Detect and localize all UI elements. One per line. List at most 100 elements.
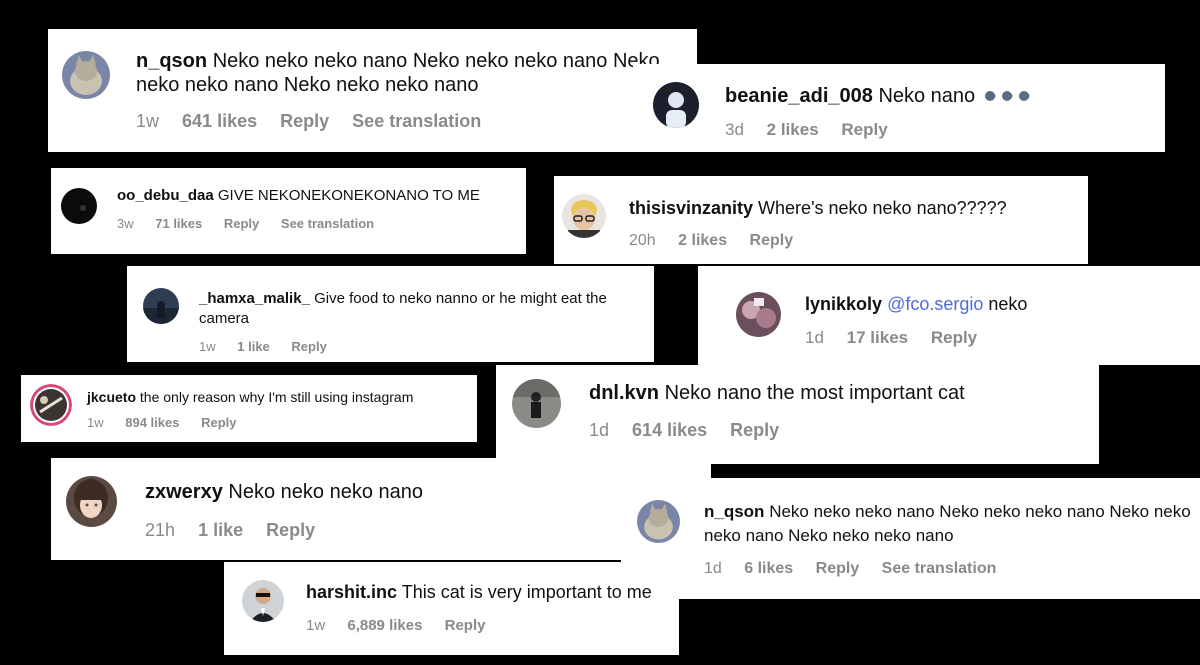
- avatar[interactable]: [562, 194, 606, 238]
- comment-body: Neko neko neko nano Neko neko neko nano …: [704, 502, 1191, 545]
- comment-meta: 1d 17 likes Reply: [805, 327, 1200, 349]
- reply-button[interactable]: Reply: [750, 232, 794, 249]
- comment-text: dnl.kvn Neko nano the most important cat: [589, 381, 1099, 405]
- likes-count[interactable]: 2 likes: [678, 232, 727, 249]
- avatar[interactable]: [66, 476, 117, 527]
- comment-body: Neko nano: [878, 85, 976, 107]
- comment-text: oo_debu_daa GIVE NEKONEKONEKONANO TO ME: [117, 186, 526, 205]
- comment-card: lynikkoly @fco.sergio neko 1d 17 likes R…: [698, 266, 1200, 365]
- speaking-head-icon: [984, 85, 998, 101]
- see-translation-button[interactable]: See translation: [281, 216, 374, 231]
- see-translation-button[interactable]: See translation: [352, 111, 481, 131]
- username-link[interactable]: beanie_adi_008: [725, 85, 873, 107]
- username-link[interactable]: jkcueto: [87, 389, 136, 405]
- reply-button[interactable]: Reply: [841, 120, 887, 139]
- mention-link[interactable]: @fco.sergio: [887, 294, 983, 314]
- timestamp: 20h: [629, 232, 656, 249]
- comment-card: oo_debu_daa GIVE NEKONEKONEKONANO TO ME …: [51, 168, 526, 254]
- likes-count[interactable]: 6 likes: [744, 560, 793, 577]
- timestamp: 1d: [704, 560, 722, 577]
- comment-card: beanie_adi_008 Neko nano 3d 2 likes Repl…: [633, 64, 1165, 152]
- timestamp: 3d: [725, 120, 744, 139]
- username-link[interactable]: dnl.kvn: [589, 382, 659, 404]
- speaking-head-icon: [1018, 85, 1032, 101]
- likes-count[interactable]: 894 likes: [125, 415, 179, 430]
- comment-meta: 20h 2 likes Reply: [629, 230, 1088, 252]
- likes-count[interactable]: 2 likes: [767, 120, 819, 139]
- likes-count[interactable]: 17 likes: [847, 328, 908, 347]
- comment-card: _hamxa_malik_ Give food to neko nanno or…: [127, 266, 654, 362]
- likes-count[interactable]: 6,889 likes: [347, 617, 422, 634]
- comment-card: harshit.inc This cat is very important t…: [224, 562, 679, 655]
- reply-button[interactable]: Reply: [201, 415, 236, 430]
- comment-card: thisisvinzanity Where's neko neko nano??…: [554, 176, 1088, 264]
- username-link[interactable]: oo_debu_daa: [117, 187, 214, 204]
- comment-meta: 1d 614 likes Reply: [589, 418, 1099, 442]
- comment-body: the only reason why I'm still using inst…: [139, 389, 414, 405]
- likes-count[interactable]: 1 like: [237, 339, 270, 354]
- comment-card: n_qson Neko neko neko nano Neko neko nek…: [48, 29, 697, 152]
- reply-button[interactable]: Reply: [816, 560, 860, 577]
- comment-text: thisisvinzanity Where's neko neko nano??…: [629, 197, 1088, 219]
- timestamp: 1w: [87, 415, 104, 430]
- comment-text: jkcueto the only reason why I'm still us…: [87, 388, 477, 406]
- avatar[interactable]: [736, 292, 781, 337]
- comment-text: lynikkoly @fco.sergio neko: [805, 293, 1200, 315]
- timestamp: 3w: [117, 216, 134, 231]
- comment-body: Neko nano the most important cat: [664, 382, 965, 404]
- timestamp: 21h: [145, 520, 176, 540]
- reply-button[interactable]: Reply: [280, 111, 329, 131]
- timestamp: 1w: [199, 339, 216, 354]
- reply-button[interactable]: Reply: [266, 520, 315, 540]
- comment-text: n_qson Neko neko neko nano Neko neko nek…: [704, 500, 1200, 548]
- reply-button[interactable]: Reply: [445, 617, 486, 634]
- comment-meta: 1d 6 likes Reply See translation: [704, 557, 1200, 581]
- reply-button[interactable]: Reply: [730, 420, 779, 440]
- avatar[interactable]: [242, 580, 284, 622]
- timestamp: 1d: [589, 420, 610, 440]
- comment-meta: 1w 894 likes Reply: [87, 414, 477, 432]
- comment-body: Where's neko neko nano?????: [758, 198, 1007, 218]
- username-link[interactable]: n_qson: [136, 50, 207, 72]
- comment-body: GIVE NEKONEKONEKONANO TO ME: [217, 187, 480, 204]
- comment-meta: 1w 641 likes Reply See translation: [136, 109, 697, 133]
- avatar[interactable]: [637, 500, 680, 543]
- comment-card: dnl.kvn Neko nano the most important cat…: [496, 365, 1099, 464]
- likes-count[interactable]: 71 likes: [155, 216, 202, 231]
- reply-button[interactable]: Reply: [224, 216, 259, 231]
- avatar[interactable]: [30, 384, 72, 426]
- comment-body: neko: [988, 294, 1028, 314]
- comment-meta: 1w 6,889 likes Reply: [306, 615, 679, 637]
- avatar[interactable]: [62, 51, 110, 99]
- comment-meta: 3w 71 likes Reply See translation: [117, 214, 526, 233]
- reply-button[interactable]: Reply: [931, 328, 977, 347]
- username-link[interactable]: thisisvinzanity: [629, 198, 753, 218]
- avatar[interactable]: [61, 188, 97, 224]
- comment-card: zxwerxy Neko neko neko nano 21h 1 like R…: [51, 458, 711, 560]
- comment-body: Neko neko neko nano Neko neko neko nano …: [136, 50, 660, 96]
- likes-count[interactable]: 641 likes: [182, 111, 257, 131]
- comment-body: Neko neko neko nano: [228, 481, 423, 503]
- comment-card: n_qson Neko neko neko nano Neko neko nek…: [621, 478, 1200, 599]
- comment-card: jkcueto the only reason why I'm still us…: [21, 375, 477, 442]
- comment-meta: 3d 2 likes Reply: [725, 118, 1165, 142]
- comment-meta: 1w 1 like Reply: [199, 337, 654, 357]
- username-link[interactable]: n_qson: [704, 502, 764, 521]
- avatar[interactable]: [512, 379, 561, 428]
- likes-count[interactable]: 1 like: [198, 520, 243, 540]
- timestamp: 1w: [306, 617, 326, 634]
- comment-body: This cat is very important to me: [401, 582, 652, 602]
- comment-text: beanie_adi_008 Neko nano: [725, 84, 1165, 108]
- speaking-head-icon: [1001, 85, 1015, 101]
- username-link[interactable]: harshit.inc: [306, 582, 397, 602]
- avatar[interactable]: [653, 82, 699, 128]
- see-translation-button[interactable]: See translation: [882, 560, 997, 577]
- username-link[interactable]: lynikkoly: [805, 294, 882, 314]
- comment-text: n_qson Neko neko neko nano Neko neko nek…: [136, 49, 697, 97]
- reply-button[interactable]: Reply: [291, 339, 326, 354]
- username-link[interactable]: zxwerxy: [145, 481, 223, 503]
- avatar[interactable]: [143, 288, 179, 324]
- likes-count[interactable]: 614 likes: [632, 420, 707, 440]
- username-link[interactable]: _hamxa_malik_: [199, 290, 310, 307]
- comment-text: harshit.inc This cat is very important t…: [306, 581, 679, 603]
